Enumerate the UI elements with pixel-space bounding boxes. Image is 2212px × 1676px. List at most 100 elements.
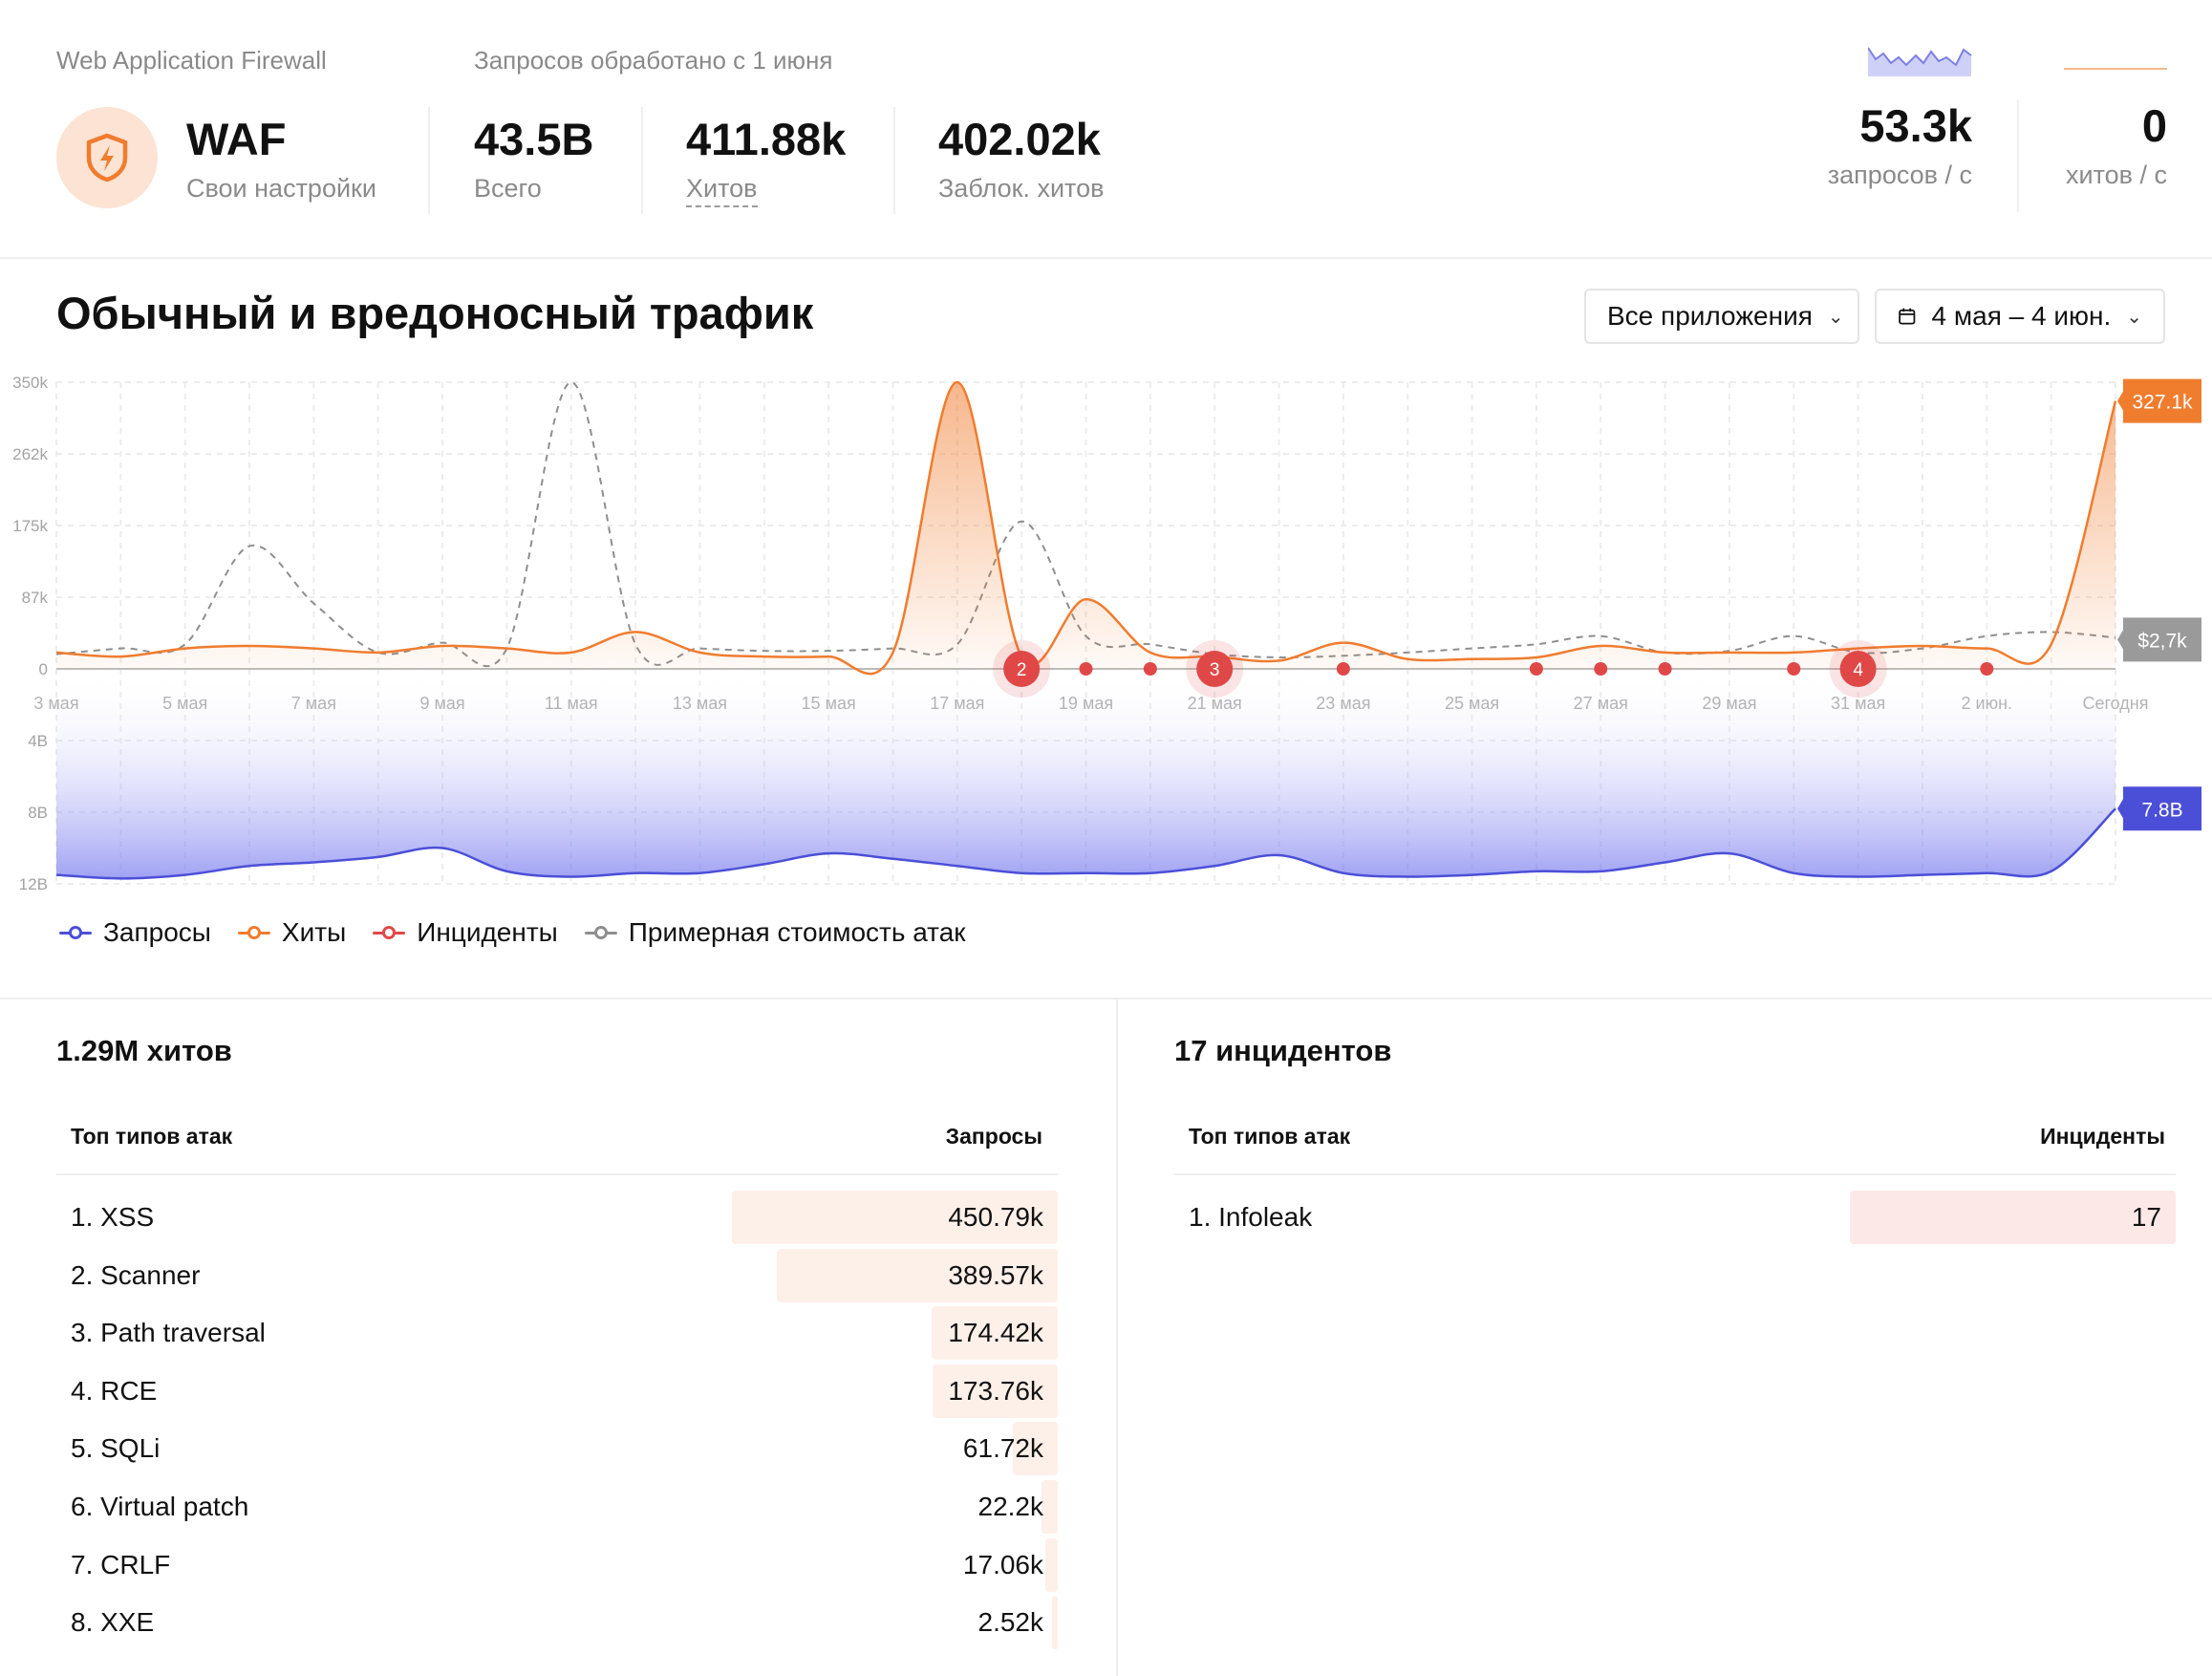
- attack-type-name: 4. RCE: [71, 1375, 158, 1406]
- blocked-hits-label: Заблок. хитов: [938, 174, 1105, 203]
- hits-rate-label: хитов / с: [2065, 161, 2167, 189]
- attack-type-name: 1. XSS: [71, 1202, 155, 1232]
- y-tick-label: 0: [39, 660, 48, 678]
- requests-end-value: 7.8B: [2141, 799, 2182, 821]
- incident-marker: [1529, 662, 1543, 676]
- incident-marker: [1658, 662, 1672, 676]
- stats-header: Web Application Firewall Запросов обрабо…: [0, 0, 2212, 259]
- attack-type-name: 1. Infoleak: [1189, 1202, 1313, 1232]
- table-row[interactable]: 1. XSS 450.79k: [56, 1191, 1058, 1244]
- table-row[interactable]: 3. Path traversal 174.42k: [56, 1306, 1058, 1361]
- blocked-hits-value: 402.02k: [938, 114, 1101, 164]
- value-bar: [1042, 1480, 1058, 1534]
- chart-legend: Запросы Хиты Инциденты Примерная стоимос…: [59, 917, 993, 948]
- calendar-icon: [1899, 308, 1916, 325]
- requests-sparkline: [1868, 47, 1972, 76]
- hits-col-attack-types: Топ типов атак: [71, 1124, 233, 1149]
- x-tick-label: 5 мая: [162, 694, 207, 713]
- x-tick-label: 7 мая: [291, 694, 336, 713]
- date-range-picker[interactable]: 4 мая – 4 июн. ⌄: [1875, 289, 2165, 344]
- attack-type-name: 2. Scanner: [71, 1259, 201, 1290]
- x-tick-label: 23 мая: [1316, 694, 1370, 713]
- attack-type-name: 3. Path traversal: [71, 1318, 266, 1348]
- traffic-chart[interactable]: 350k 262k 175k 87k 0 4B 8B 12B 3 мая 5 мая 7 мая 9 …: [0, 363, 2212, 898]
- y-tick-label: 4B: [28, 732, 48, 750]
- attack-type-value: 17.06k: [962, 1549, 1043, 1579]
- table-row[interactable]: 4. RCE 173.76k: [56, 1364, 1058, 1418]
- y-tick-label: 350k: [12, 374, 48, 392]
- attack-type-value: 2.52k: [977, 1607, 1044, 1638]
- value-bar: [1045, 1537, 1058, 1592]
- incident-marker: [1594, 662, 1608, 676]
- y-tick-label: 87k: [22, 589, 49, 607]
- total-requests-label: Всего: [474, 174, 542, 203]
- incident-marker: [1980, 662, 1994, 676]
- app-filter-select[interactable]: Все приложения ⌄: [1584, 289, 1859, 344]
- total-requests-value: 43.5B: [474, 114, 594, 164]
- table-header-line: [56, 1173, 1058, 1175]
- legend-marker: [59, 925, 92, 940]
- attack-type-value: 22.2k: [977, 1492, 1044, 1521]
- panel-divider: [1116, 999, 1118, 1676]
- incident-marker: [1079, 662, 1093, 676]
- app-filter-value: Все приложения: [1607, 301, 1813, 331]
- incidents-col-attack-types: Топ типов атак: [1189, 1124, 1351, 1149]
- table-row[interactable]: 1. Infoleak 17: [1174, 1191, 2176, 1244]
- x-tick-label: 19 мая: [1059, 694, 1113, 713]
- legend-label: Примерная стоимость атак: [628, 917, 966, 947]
- value-bar: [1052, 1596, 1058, 1650]
- table-row[interactable]: 2. Scanner 389.57k: [56, 1248, 1058, 1302]
- legend-label: Запросы: [103, 917, 211, 947]
- hits-panel-title: 1.29M хитов: [56, 1034, 232, 1067]
- hits-col-requests[interactable]: Запросы: [946, 1124, 1042, 1150]
- hits-value: 411.88k: [686, 114, 847, 164]
- requests-rate-value: 53.3k: [1859, 100, 1972, 151]
- x-tick-label: 2 июн.: [1962, 694, 2013, 713]
- attack-type-name: 7. CRLF: [71, 1549, 171, 1579]
- hits-rate-value: 0: [2141, 100, 2167, 151]
- date-range-value: 4 мая – 4 июн.: [1931, 301, 2112, 331]
- attack-type-name: 6. Virtual patch: [71, 1492, 249, 1521]
- product-settings-link[interactable]: Свои настройки: [186, 174, 376, 204]
- attack-type-value: 61.72k: [962, 1433, 1043, 1464]
- x-tick-label: 9 мая: [419, 694, 464, 713]
- incident-marker: [1787, 662, 1801, 676]
- requests-rate-label: запросов / с: [1827, 161, 1972, 189]
- x-tick-label: 3 мая: [33, 694, 78, 713]
- attack-type-name: 8. XXE: [71, 1607, 155, 1638]
- hits-end-value: 327.1k: [2132, 392, 2193, 414]
- shield-bolt-icon: [86, 133, 128, 183]
- incidents-col-incidents[interactable]: Инциденты: [2040, 1124, 2165, 1150]
- product-caption: Web Application Firewall: [56, 46, 327, 75]
- y-tick-label: 8B: [28, 804, 48, 822]
- x-tick-label: 15 мая: [802, 694, 856, 713]
- legend-item-requests[interactable]: Запросы: [59, 917, 211, 948]
- attack-type-value: 173.76k: [948, 1375, 1043, 1406]
- table-row[interactable]: 6. Virtual patch 22.2k: [56, 1480, 1058, 1534]
- legend-item-hits[interactable]: Хиты: [237, 917, 346, 948]
- table-row[interactable]: 7. CRLF 17.06k: [56, 1537, 1058, 1592]
- x-tick-label: 25 мая: [1445, 694, 1499, 713]
- divider: [2017, 99, 2019, 212]
- hits-area: [56, 381, 2115, 675]
- chart-title: Обычный и вредоносный трафик: [56, 288, 814, 338]
- legend-item-incidents[interactable]: Инциденты: [373, 917, 558, 948]
- legend-item-attack-cost[interactable]: Примерная стоимость атак: [584, 917, 966, 948]
- cost-end-value: $2,7k: [2137, 630, 2187, 652]
- attack-type-value: 174.42k: [948, 1318, 1043, 1348]
- attack-type-value: 389.57k: [948, 1259, 1043, 1290]
- table-row[interactable]: 5. SQLi 61.72k: [56, 1422, 1058, 1476]
- divider: [641, 107, 643, 214]
- hits-sparkline: [2064, 68, 2167, 70]
- table-row[interactable]: 8. XXE 2.52k: [56, 1596, 1058, 1650]
- table-header-line: [1174, 1173, 2176, 1175]
- x-tick-label: 13 мая: [673, 694, 727, 713]
- hits-label[interactable]: Хитов: [686, 174, 758, 207]
- incident-count: 4: [1853, 660, 1863, 680]
- divider: [428, 107, 430, 214]
- y-tick-label: 262k: [12, 445, 48, 463]
- attack-type-name: 5. SQLi: [71, 1433, 161, 1464]
- attack-type-value: 450.79k: [948, 1202, 1043, 1232]
- legend-label: Инциденты: [417, 917, 558, 947]
- chevron-down-icon: ⌄: [1827, 306, 1844, 328]
